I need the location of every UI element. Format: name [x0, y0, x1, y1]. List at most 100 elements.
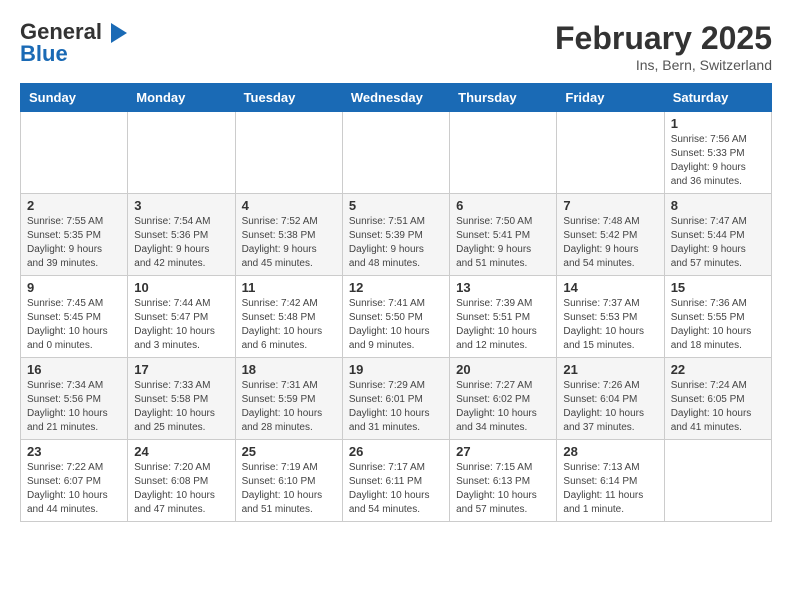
- logo: General Blue: [20, 20, 127, 66]
- calendar-cell: 12Sunrise: 7:41 AM Sunset: 5:50 PM Dayli…: [342, 276, 449, 358]
- day-info: Sunrise: 7:20 AM Sunset: 6:08 PM Dayligh…: [134, 461, 228, 517]
- day-number: 17: [134, 362, 228, 377]
- day-info: Sunrise: 7:15 AM Sunset: 6:13 PM Dayligh…: [456, 461, 550, 517]
- day-number: 24: [134, 444, 228, 459]
- day-number: 16: [27, 362, 121, 377]
- calendar-cell: 2 Sunrise: 7:55 AM Sunset: 5:35 PM Daylig…: [21, 194, 128, 276]
- weekday-header-thursday: Thursday: [450, 84, 557, 112]
- calendar-subtitle: Ins, Bern, Switzerland: [555, 57, 772, 73]
- weekday-header-sunday: Sunday: [21, 84, 128, 112]
- day-info: Sunrise: 7:22 AM Sunset: 6:07 PM Dayligh…: [27, 461, 121, 517]
- day-number: 18: [242, 362, 336, 377]
- calendar-cell: 7 Sunrise: 7:48 AM Sunset: 5:42 PM Daylig…: [557, 194, 664, 276]
- page-header: General Blue February 2025 Ins, Bern, Sw…: [20, 20, 772, 73]
- day-number: 27: [456, 444, 550, 459]
- calendar-cell: 3 Sunrise: 7:54 AM Sunset: 5:36 PM Daylig…: [128, 194, 235, 276]
- day-info: Sunrise: 7:51 AM Sunset: 5:39 PM Dayligh…: [349, 215, 443, 271]
- day-info: Sunrise: 7:33 AM Sunset: 5:58 PM Dayligh…: [134, 379, 228, 435]
- day-number: 12: [349, 280, 443, 295]
- day-number: 9: [27, 280, 121, 295]
- day-number: 10: [134, 280, 228, 295]
- calendar-header-row: SundayMondayTuesdayWednesdayThursdayFrid…: [21, 84, 772, 112]
- day-info: Sunrise: 7:37 AM Sunset: 5:53 PM Dayligh…: [563, 297, 657, 353]
- day-info: Sunrise: 7:42 AM Sunset: 5:48 PM Dayligh…: [242, 297, 336, 353]
- calendar-cell: 27 Sunrise: 7:15 AM Sunset: 6:13 PM Dayli…: [450, 440, 557, 522]
- day-number: 15: [671, 280, 765, 295]
- day-number: 11: [242, 280, 336, 295]
- calendar-week-row: 9 Sunrise: 7:45 AM Sunset: 5:45 PM Daylig…: [21, 276, 772, 358]
- day-info: Sunrise: 7:48 AM Sunset: 5:42 PM Dayligh…: [563, 215, 657, 271]
- day-info: Sunrise: 7:19 AM Sunset: 6:10 PM Dayligh…: [242, 461, 336, 517]
- day-number: 3: [134, 198, 228, 213]
- calendar-title-block: February 2025 Ins, Bern, Switzerland: [555, 20, 772, 73]
- weekday-header-tuesday: Tuesday: [235, 84, 342, 112]
- calendar-cell: [128, 112, 235, 194]
- day-number: 28: [563, 444, 657, 459]
- logo-line2: Blue: [20, 42, 68, 66]
- calendar-cell: 22Sunrise: 7:24 AM Sunset: 6:05 PM Dayli…: [664, 358, 771, 440]
- calendar-cell: 21Sunrise: 7:26 AM Sunset: 6:04 PM Dayli…: [557, 358, 664, 440]
- calendar-cell: [664, 440, 771, 522]
- day-info: Sunrise: 7:29 AM Sunset: 6:01 PM Dayligh…: [349, 379, 443, 435]
- day-number: 26: [349, 444, 443, 459]
- day-number: 6: [456, 198, 550, 213]
- weekday-header-friday: Friday: [557, 84, 664, 112]
- day-number: 8: [671, 198, 765, 213]
- day-info: Sunrise: 7:47 AM Sunset: 5:44 PM Dayligh…: [671, 215, 765, 271]
- weekday-header-saturday: Saturday: [664, 84, 771, 112]
- day-number: 13: [456, 280, 550, 295]
- calendar-cell: 24 Sunrise: 7:20 AM Sunset: 6:08 PM Dayli…: [128, 440, 235, 522]
- day-info: Sunrise: 7:17 AM Sunset: 6:11 PM Dayligh…: [349, 461, 443, 517]
- day-number: 5: [349, 198, 443, 213]
- calendar-cell: 17 Sunrise: 7:33 AM Sunset: 5:58 PM Dayli…: [128, 358, 235, 440]
- day-number: 25: [242, 444, 336, 459]
- day-number: 4: [242, 198, 336, 213]
- calendar-cell: 20 Sunrise: 7:27 AM Sunset: 6:02 PM Dayli…: [450, 358, 557, 440]
- calendar-cell: 5 Sunrise: 7:51 AM Sunset: 5:39 PM Daylig…: [342, 194, 449, 276]
- day-info: Sunrise: 7:27 AM Sunset: 6:02 PM Dayligh…: [456, 379, 550, 435]
- calendar-cell: 18 Sunrise: 7:31 AM Sunset: 5:59 PM Dayli…: [235, 358, 342, 440]
- day-number: 19: [349, 362, 443, 377]
- day-info: Sunrise: 7:45 AM Sunset: 5:45 PM Dayligh…: [27, 297, 121, 353]
- calendar-cell: 9 Sunrise: 7:45 AM Sunset: 5:45 PM Daylig…: [21, 276, 128, 358]
- logo-arrow-icon: [111, 23, 127, 43]
- day-info: Sunrise: 7:26 AM Sunset: 6:04 PM Dayligh…: [563, 379, 657, 435]
- day-number: 22: [671, 362, 765, 377]
- calendar-cell: [342, 112, 449, 194]
- day-info: Sunrise: 7:54 AM Sunset: 5:36 PM Dayligh…: [134, 215, 228, 271]
- day-info: Sunrise: 7:44 AM Sunset: 5:47 PM Dayligh…: [134, 297, 228, 353]
- calendar-cell: 28 Sunrise: 7:13 AM Sunset: 6:14 PM Dayli…: [557, 440, 664, 522]
- calendar-week-row: 16 Sunrise: 7:34 AM Sunset: 5:56 PM Dayli…: [21, 358, 772, 440]
- calendar-cell: 8 Sunrise: 7:47 AM Sunset: 5:44 PM Daylig…: [664, 194, 771, 276]
- calendar-table: SundayMondayTuesdayWednesdayThursdayFrid…: [20, 83, 772, 522]
- calendar-cell: 1Sunrise: 7:56 AM Sunset: 5:33 PM Daylig…: [664, 112, 771, 194]
- day-number: 2: [27, 198, 121, 213]
- calendar-week-row: 2 Sunrise: 7:55 AM Sunset: 5:35 PM Daylig…: [21, 194, 772, 276]
- calendar-cell: [235, 112, 342, 194]
- calendar-cell: 14Sunrise: 7:37 AM Sunset: 5:53 PM Dayli…: [557, 276, 664, 358]
- calendar-cell: 6 Sunrise: 7:50 AM Sunset: 5:41 PM Daylig…: [450, 194, 557, 276]
- calendar-cell: [557, 112, 664, 194]
- calendar-cell: 23 Sunrise: 7:22 AM Sunset: 6:07 PM Dayli…: [21, 440, 128, 522]
- day-number: 20: [456, 362, 550, 377]
- day-info: Sunrise: 7:55 AM Sunset: 5:35 PM Dayligh…: [27, 215, 121, 271]
- calendar-cell: 26 Sunrise: 7:17 AM Sunset: 6:11 PM Dayli…: [342, 440, 449, 522]
- calendar-cell: 10 Sunrise: 7:44 AM Sunset: 5:47 PM Dayli…: [128, 276, 235, 358]
- weekday-header-monday: Monday: [128, 84, 235, 112]
- day-info: Sunrise: 7:31 AM Sunset: 5:59 PM Dayligh…: [242, 379, 336, 435]
- calendar-cell: 13Sunrise: 7:39 AM Sunset: 5:51 PM Dayli…: [450, 276, 557, 358]
- day-info: Sunrise: 7:52 AM Sunset: 5:38 PM Dayligh…: [242, 215, 336, 271]
- calendar-cell: [21, 112, 128, 194]
- calendar-title: February 2025: [555, 20, 772, 57]
- day-info: Sunrise: 7:56 AM Sunset: 5:33 PM Dayligh…: [671, 133, 765, 189]
- day-info: Sunrise: 7:50 AM Sunset: 5:41 PM Dayligh…: [456, 215, 550, 271]
- day-info: Sunrise: 7:13 AM Sunset: 6:14 PM Dayligh…: [563, 461, 657, 517]
- day-number: 23: [27, 444, 121, 459]
- calendar-cell: 16 Sunrise: 7:34 AM Sunset: 5:56 PM Dayli…: [21, 358, 128, 440]
- weekday-header-wednesday: Wednesday: [342, 84, 449, 112]
- calendar-cell: 19 Sunrise: 7:29 AM Sunset: 6:01 PM Dayli…: [342, 358, 449, 440]
- day-number: 7: [563, 198, 657, 213]
- day-info: Sunrise: 7:36 AM Sunset: 5:55 PM Dayligh…: [671, 297, 765, 353]
- calendar-cell: [450, 112, 557, 194]
- day-info: Sunrise: 7:34 AM Sunset: 5:56 PM Dayligh…: [27, 379, 121, 435]
